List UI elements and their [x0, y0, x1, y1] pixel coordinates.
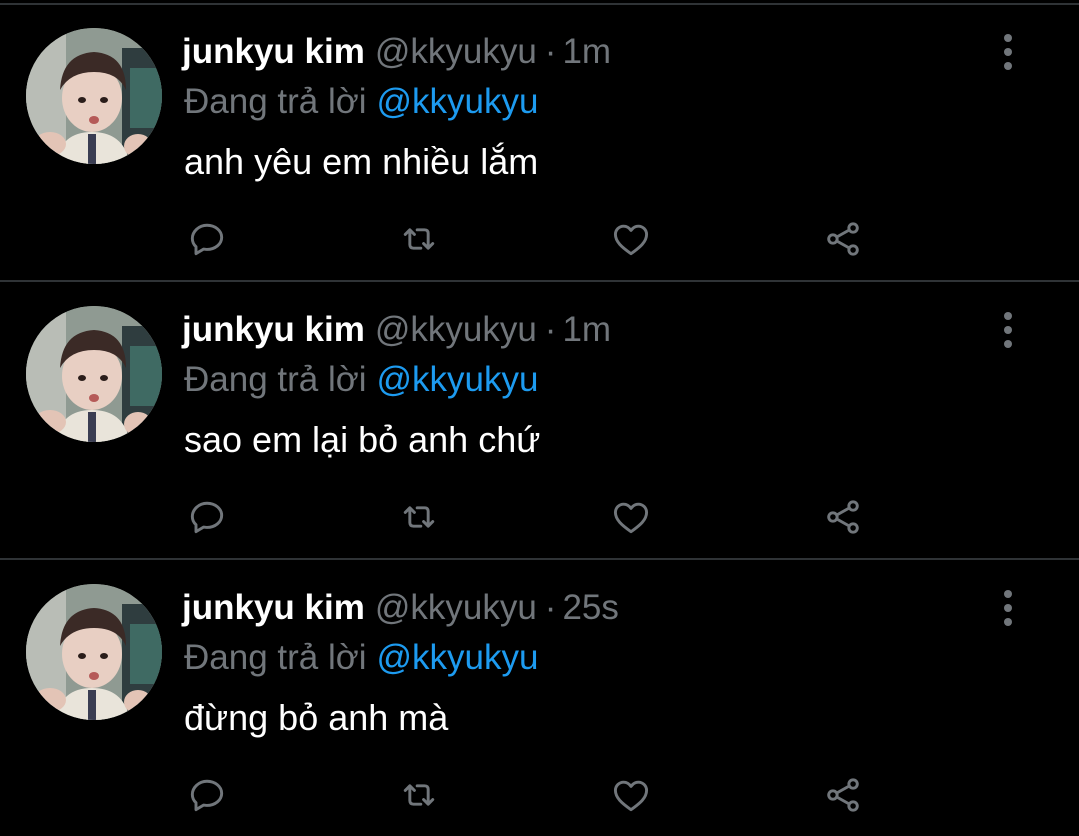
- tweet[interactable]: junkyu kim @kkyukyu · 25s Đang trả lời @kkyu…: [0, 560, 1079, 836]
- tweet-header: junkyu kim @kkyukyu · 1m: [182, 30, 611, 74]
- like-icon: [613, 224, 649, 256]
- tweet-text: sao em lại bỏ anh chứ: [184, 419, 541, 460]
- more-vertical-icon[interactable]: [992, 310, 1024, 350]
- share-button[interactable]: [820, 772, 866, 818]
- replying-to: Đang trả lời @kkyukyu: [184, 636, 538, 680]
- tweet[interactable]: junkyu kim @kkyukyu · 1m Đang trả lời @kkyuk…: [0, 4, 1079, 280]
- profile-photo-icon: [26, 584, 162, 720]
- timestamp[interactable]: 1m: [562, 310, 611, 349]
- like-button[interactable]: [608, 216, 654, 262]
- mention-link[interactable]: @kkyukyu: [376, 360, 538, 399]
- display-name[interactable]: junkyu kim: [182, 310, 365, 349]
- more-vertical-icon[interactable]: [992, 32, 1024, 72]
- avatar[interactable]: [26, 306, 162, 442]
- like-icon: [613, 780, 649, 812]
- like-button[interactable]: [608, 772, 654, 818]
- user-handle[interactable]: @kkyukyu: [375, 588, 537, 627]
- display-name[interactable]: junkyu kim: [182, 32, 365, 71]
- avatar[interactable]: [26, 28, 162, 164]
- share-icon: [827, 778, 859, 812]
- avatar[interactable]: [26, 584, 162, 720]
- reply-icon: [190, 501, 224, 534]
- mention-link[interactable]: @kkyukyu: [376, 82, 538, 121]
- reply-icon: [190, 223, 224, 256]
- replying-to: Đang trả lời @kkyukyu: [184, 80, 538, 124]
- tweet[interactable]: junkyu kim @kkyukyu · 1m Đang trả lời @kkyuk…: [0, 282, 1079, 558]
- more-vertical-icon[interactable]: [992, 588, 1024, 628]
- profile-photo-icon: [26, 28, 162, 164]
- reply-button[interactable]: [184, 216, 230, 262]
- reply-icon: [190, 779, 224, 812]
- reply-feed: junkyu kim @kkyukyu · 1m Đang trả lời @kkyuk…: [0, 0, 1079, 834]
- tweet-header: junkyu kim @kkyukyu · 1m: [182, 308, 611, 352]
- profile-photo-icon: [26, 306, 162, 442]
- separator-dot: ·: [544, 310, 557, 349]
- action-bar: [0, 494, 1079, 540]
- retweet-button[interactable]: [396, 216, 442, 262]
- replying-to-label: Đang trả lời: [184, 360, 367, 399]
- tweet-text: đừng bỏ anh mà: [184, 697, 449, 738]
- user-handle[interactable]: @kkyukyu: [375, 310, 537, 349]
- share-icon: [827, 500, 859, 534]
- replying-to-label: Đang trả lời: [184, 638, 367, 677]
- share-button[interactable]: [820, 494, 866, 540]
- share-icon: [827, 222, 859, 256]
- retweet-button[interactable]: [396, 772, 442, 818]
- separator-dot: ·: [544, 588, 557, 627]
- tweet-header: junkyu kim @kkyukyu · 25s: [182, 586, 619, 630]
- reply-button[interactable]: [184, 494, 230, 540]
- mention-link[interactable]: @kkyukyu: [376, 638, 538, 677]
- retweet-icon: [403, 784, 435, 806]
- share-button[interactable]: [820, 216, 866, 262]
- timestamp[interactable]: 1m: [562, 32, 611, 71]
- replying-to-label: Đang trả lời: [184, 82, 367, 121]
- replying-to: Đang trả lời @kkyukyu: [184, 358, 538, 402]
- like-button[interactable]: [608, 494, 654, 540]
- reply-button[interactable]: [184, 772, 230, 818]
- retweet-button[interactable]: [396, 494, 442, 540]
- action-bar: [0, 772, 1079, 818]
- like-icon: [613, 502, 649, 534]
- retweet-icon: [403, 228, 435, 250]
- separator-dot: ·: [544, 32, 557, 71]
- action-bar: [0, 216, 1079, 262]
- display-name[interactable]: junkyu kim: [182, 588, 365, 627]
- timestamp[interactable]: 25s: [562, 588, 618, 627]
- retweet-icon: [403, 506, 435, 528]
- user-handle[interactable]: @kkyukyu: [375, 32, 537, 71]
- tweet-text: anh yêu em nhiều lắm: [184, 141, 539, 182]
